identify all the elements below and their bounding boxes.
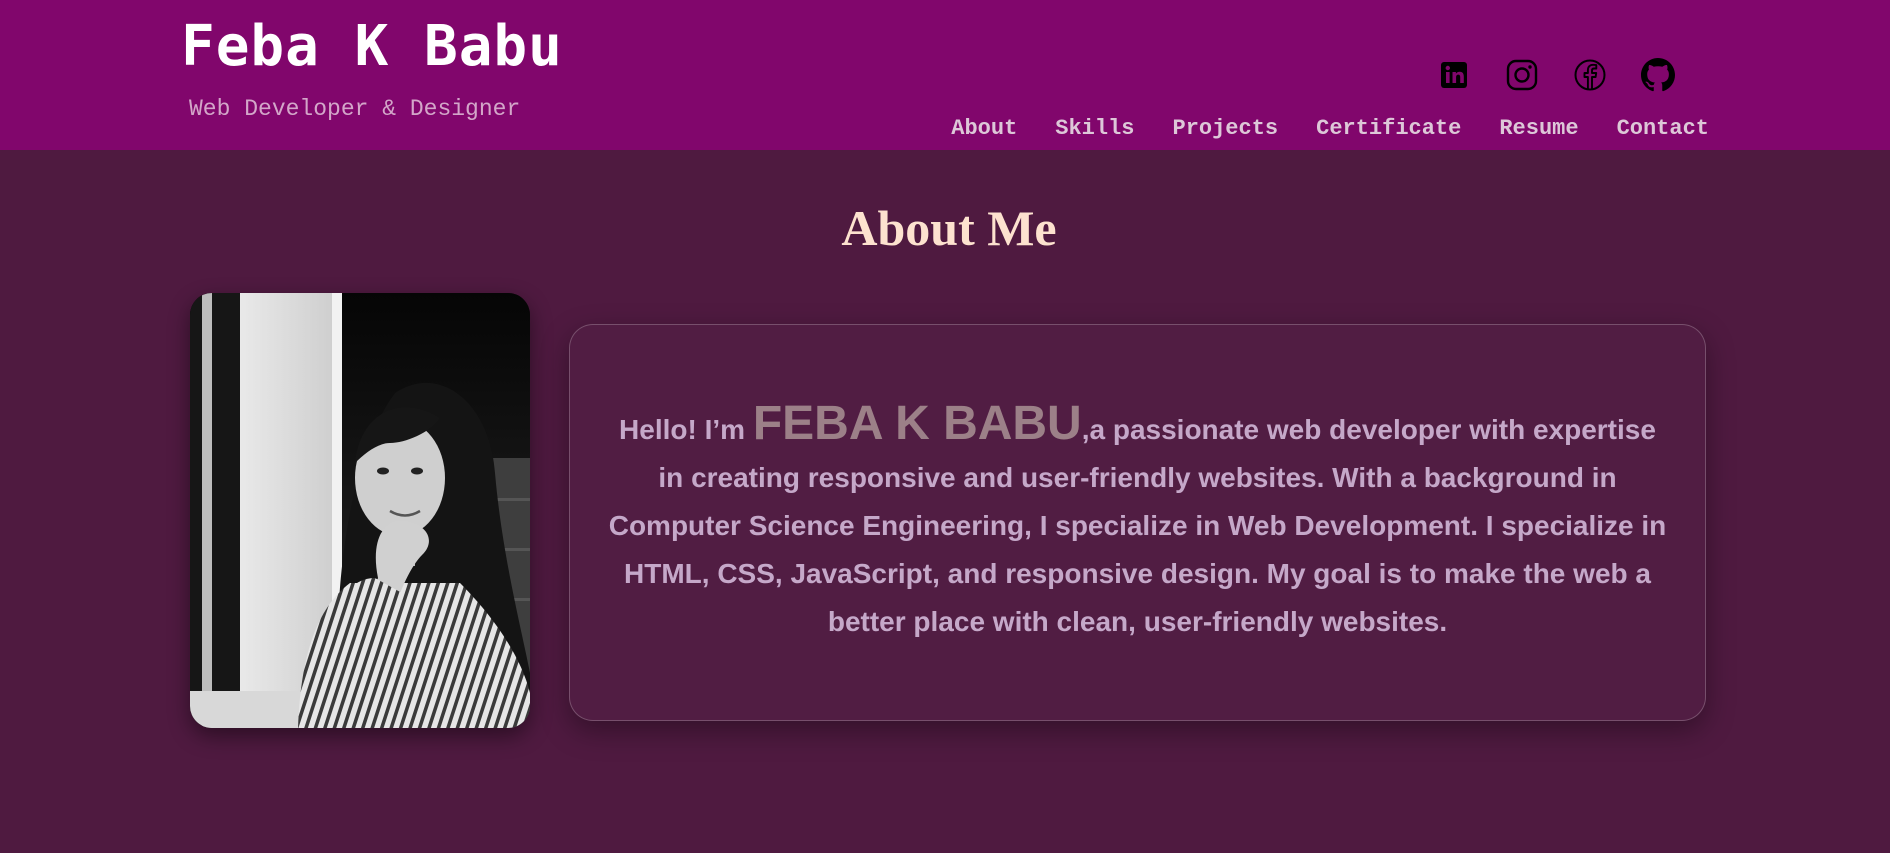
about-paragraph: Hello! I’m FEBA K BABU,a passionate web … [606, 396, 1669, 646]
linkedin-icon[interactable] [1437, 58, 1471, 92]
nav-projects[interactable]: Projects [1173, 114, 1279, 144]
about-name-highlight: FEBA K BABU [752, 396, 1082, 450]
site-header: Feba K Babu Web Developer & Designer Abo… [0, 0, 1890, 150]
instagram-icon[interactable] [1505, 58, 1539, 92]
profile-photo [190, 293, 530, 728]
site-name: Feba K Babu [181, 14, 563, 79]
social-links [1437, 58, 1675, 92]
github-icon[interactable] [1641, 58, 1675, 92]
nav-contact[interactable]: Contact [1617, 114, 1709, 144]
nav-resume[interactable]: Resume [1499, 114, 1578, 144]
site-tagline: Web Developer & Designer [189, 96, 521, 122]
nav-certificate[interactable]: Certificate [1316, 114, 1461, 144]
about-greeting: Hello! I’m [619, 413, 753, 445]
nav-skills[interactable]: Skills [1055, 114, 1134, 144]
main-nav: About Skills Projects Certificate Resume… [951, 114, 1709, 144]
facebook-icon[interactable] [1573, 58, 1607, 92]
about-card: Hello! I’m FEBA K BABU,a passionate web … [569, 324, 1706, 721]
nav-about[interactable]: About [951, 114, 1017, 144]
about-title: About Me [841, 200, 1057, 256]
